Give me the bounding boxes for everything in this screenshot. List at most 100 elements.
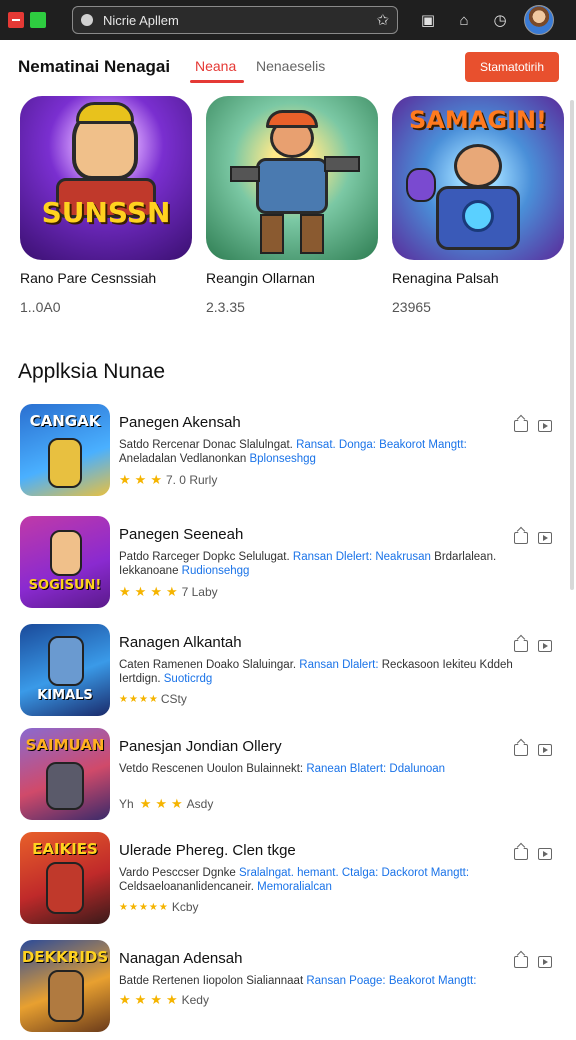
description-text: Caten Ramenen Doako Slaluingar. [119,659,300,671]
description-link[interactable]: Ransat. Donga: Beakorot Mangtt: [296,439,467,451]
description-text: Vetdo Rescenen Uoulon Bulainnekt: [119,763,307,775]
app-rating: ★ ★ ★ ★ 7 Laby [119,584,218,600]
star-icon: ★ [138,693,148,705]
app-title[interactable]: Ulerade Phereg. Clen tkge [119,842,296,859]
play-icon[interactable] [538,956,552,968]
rating-text: CSty [160,692,187,706]
section-title: Applksia Nunae [18,360,166,383]
play-icon[interactable] [538,744,552,756]
description-link[interactable]: Ranean Blatert: Ddalunoan [306,763,445,775]
description-text: Satdo Rercenar Donac Slalulngat. [119,439,297,451]
thumbnail-logo-text: CANGAK [29,412,101,430]
star-icon: ★ [165,584,178,599]
featured-card[interactable]: SUNSSN Rano Pare Cesnssiah 1..0A0 [20,96,192,315]
app-description: Batde Rertenen Iiopolon Sialiannaat Rans… [119,974,519,988]
app-thumbnail[interactable]: DEKKRIDS [20,940,110,1032]
featured-logo-text: SAMAGIN! [409,106,547,134]
share-icon[interactable] [514,956,528,968]
featured-game-image[interactable]: SAMAGIN! [392,96,564,260]
home-icon[interactable]: ⌂ [456,12,472,29]
thumbnail-logo-text: SOGISUN! [28,578,102,593]
thumbnail-logo-text: KIMALS [37,688,93,703]
featured-game-image[interactable] [206,96,378,260]
play-icon[interactable] [538,640,552,652]
star-icon: ★ [134,584,147,599]
app-description: Patdo Rarceger Dopkc Selulugat. Ransan D… [119,550,519,578]
page-header: Nematinai Nenagai Neana Nenaeselis Stama… [0,40,576,90]
featured-logo-text: SUNSSN [41,196,171,229]
app-title[interactable]: Ranagen Alkantah [119,634,242,651]
featured-game-image[interactable]: SUNSSN [20,96,192,260]
play-icon[interactable] [538,848,552,860]
star-icon: ★ [150,472,162,487]
app-title[interactable]: Panesjan Jondian Ollery [119,738,282,755]
list-item[interactable]: EAIKIES Ulerade Phereg. Clen tkge Vardo … [0,832,576,932]
description-text: Patdo Rarceger Dopkc Selulugat. [119,551,293,563]
list-item[interactable]: SAIMUAN Panesjan Jondian Ollery Vetdo Re… [0,728,576,828]
app-thumbnail[interactable]: KIMALS [20,624,110,716]
tab-neana[interactable]: Neana [195,58,236,74]
featured-card[interactable]: Reangin Ollarnan 2.3.35 [206,96,378,315]
star-icon: ★ [134,472,147,487]
description-link[interactable]: Memoralialcan [257,881,332,893]
star-icon: ★ [128,693,138,705]
app-description: Vardo Pesccser Dgnke Sralalngat. hemant.… [119,866,519,894]
browser-toolbar: Nicrie Apllem ✩ ▣ ⌂ ◷ [0,0,576,40]
star-icon: ★ [158,901,168,913]
tab-nenaeselis[interactable]: Nenaeselis [256,58,325,74]
scrollbar[interactable] [570,100,574,590]
description-text: Vardo Pesccser Dgnke [119,867,239,879]
description-link[interactable]: Ransan Dlalert: [299,659,381,671]
featured-card[interactable]: SAMAGIN! Renagina Palsah 23965 [392,96,564,315]
app-description: Satdo Rercenar Donac Slalulngat. Ransat.… [119,438,519,466]
app-rating: ★ ★ ★ ★ CSty [119,692,187,706]
description-link[interactable]: Suoticrdg [164,673,213,685]
star-icon: ★ [119,584,131,599]
app-description: Caten Ramenen Doako Slaluingar. Ransan D… [119,658,519,686]
app-rating: ★ ★ ★ ★ Kedy [119,992,209,1008]
app-thumbnail[interactable]: SAIMUAN [20,728,110,820]
star-icon: ★ [119,693,128,705]
bookmark-star-icon[interactable]: ✩ [376,11,389,29]
profile-avatar[interactable] [524,5,554,35]
app-title[interactable]: Panegen Seeneah [119,526,243,543]
featured-game-count: 2.3.35 [206,299,245,315]
share-icon[interactable] [514,532,528,544]
address-bar[interactable]: Nicrie Apllem ✩ [72,6,398,34]
share-icon[interactable] [514,640,528,652]
star-icon: ★ [134,992,147,1007]
featured-game-name: Reangin Ollarnan [206,270,315,286]
share-icon[interactable] [514,848,528,860]
extensions-icon[interactable]: ▣ [420,12,436,29]
share-icon[interactable] [514,744,528,756]
list-item[interactable]: CANGAK Panegen Akensah Satdo Rercenar Do… [0,404,576,504]
primary-action-button[interactable]: Stamatotirih [465,52,559,82]
list-item[interactable]: SOGISUN! Panegen Seeneah Patdo Rarceger … [0,516,576,616]
close-window-button[interactable] [8,12,24,28]
play-icon[interactable] [538,532,552,544]
play-icon[interactable] [538,420,552,432]
app-title[interactable]: Panegen Akensah [119,414,241,431]
list-item[interactable]: KIMALS Ranagen Alkantah Caten Ramenen Do… [0,624,576,724]
rating-text: 7. 0 Rurly [165,473,218,487]
featured-game-count: 23965 [392,299,431,315]
app-thumbnail[interactable]: EAIKIES [20,832,110,924]
featured-game-name: Rano Pare Cesnssiah [20,270,157,286]
history-icon[interactable]: ◷ [492,12,508,29]
description-link[interactable]: Sralalngat. hemant. Ctalga: Dackorot Man… [239,867,469,879]
app-thumbnail[interactable]: SOGISUN! [20,516,110,608]
description-link[interactable]: Ransan Poage: Beakorot Mangtt: [306,975,476,987]
address-text: Nicrie Apllem [103,12,179,28]
description-link[interactable]: Bplonseshgg [249,453,316,465]
app-thumbnail[interactable]: CANGAK [20,404,110,496]
description-text: Celdsaeloananlidencaneir. [119,881,258,893]
star-icon: ★ [165,992,178,1007]
list-item[interactable]: DEKKRIDS Nanagan Adensah Batde Rertenen … [0,940,576,1040]
description-link[interactable]: Ransan Dlelert: Neakrusan [293,551,434,563]
share-icon[interactable] [514,420,528,432]
description-link[interactable]: Rudionsehgg [182,565,250,577]
star-icon: ★ [119,472,131,487]
maximize-window-button[interactable] [30,12,46,28]
app-title[interactable]: Nanagan Adensah [119,950,242,967]
site-info-icon[interactable] [81,14,93,26]
